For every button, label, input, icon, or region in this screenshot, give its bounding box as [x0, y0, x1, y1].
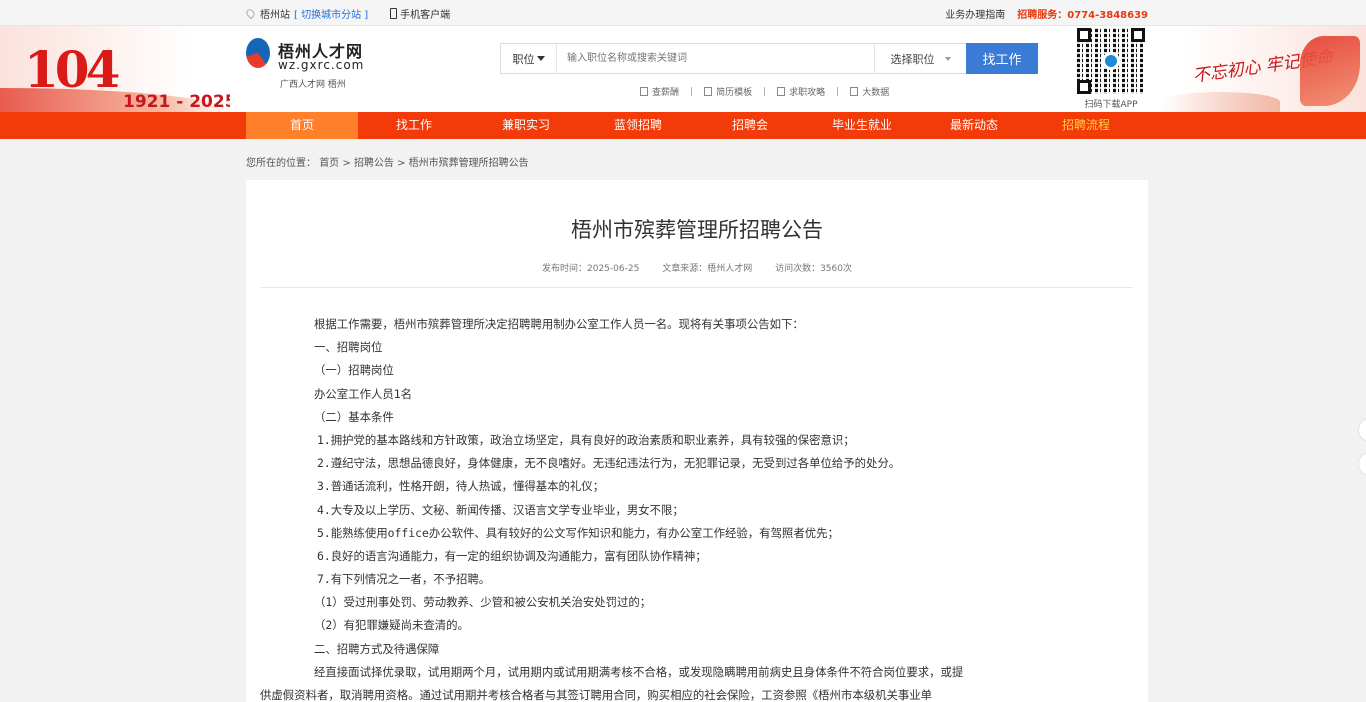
- article-title: 梧州市殡葬管理所招聘公告: [571, 218, 823, 242]
- service-guide-link[interactable]: 业务办理指南: [945, 6, 1005, 21]
- logo-subtitle: 广西人才网 梧州: [280, 80, 346, 90]
- breadcrumb-current: 梧州市殡葬管理所招聘公告: [408, 158, 529, 169]
- chart-icon: [850, 87, 859, 96]
- app-qr-code: [1077, 28, 1145, 94]
- search-type-dropdown[interactable]: 职位: [501, 44, 557, 73]
- nav-item-part-time[interactable]: 兼职实习: [470, 112, 582, 139]
- paragraph: 供虚假资料者，取消聘用资格。通过试用期并考核合格者与其签订聘用合同，购买相应的社…: [260, 688, 933, 702]
- paragraph: 6.良好的语言沟通能力，有一定的组织协调及沟通能力，富有团队协作精神；: [317, 548, 707, 563]
- resume-template-link[interactable]: 简历模板: [704, 85, 752, 98]
- paragraph: 一、招聘岗位: [314, 340, 383, 355]
- salary-icon: [640, 87, 648, 96]
- article-meta: 发布时间：2025-06-25 文章来源：梧州人才网 访问次数：3560次: [246, 261, 1148, 274]
- search-quick-links: 查薪酬 | 简历模板 | 求职攻略 | 大数据: [640, 85, 889, 98]
- switch-city-link[interactable]: [ 切换城市分站 ]: [294, 6, 368, 21]
- search-input[interactable]: [557, 44, 874, 73]
- app-logo-icon: [1102, 52, 1120, 70]
- title-divider: [260, 287, 1133, 288]
- main-navigation: 首页 找工作 兼职实习 蓝领招聘 招聘会 毕业生就业 最新动态 招聘流程: [0, 112, 1366, 139]
- location-pin-icon: [244, 7, 257, 19]
- chevron-down-icon: [944, 56, 951, 61]
- nav-item-find-job[interactable]: 找工作: [358, 112, 470, 139]
- paragraph: 根据工作需要，梧州市殡葬管理所决定招聘聘用制办公室工作人员一名。现将有关事项公告…: [314, 317, 804, 331]
- paragraph: （二）基本条件: [314, 409, 394, 424]
- top-utility-bar: 梧州站 [ 切换城市分站 ] 手机客户端 业务办理指南 招聘服务：0774-38…: [0, 0, 1366, 26]
- chevron-down-icon: [536, 56, 545, 61]
- current-station: 梧州站: [260, 9, 290, 21]
- link-separator: |: [690, 86, 694, 97]
- nav-item-process[interactable]: 招聘流程: [1030, 112, 1142, 139]
- mobile-phone-icon: [390, 7, 398, 19]
- link-separator: |: [763, 86, 767, 97]
- job-tips-label: 求职攻略: [789, 88, 826, 98]
- nav-item-news[interactable]: 最新动态: [918, 112, 1030, 139]
- paragraph: （1）受过刑事处罚、劳动教养、少管和被公安机关治安处罚过的；: [314, 595, 652, 610]
- hill-decoration: [1160, 92, 1280, 112]
- article-body: 根据工作需要，梧州市殡葬管理所决定招聘聘用制办公室工作人员一名。现将有关事项公告…: [260, 313, 1114, 702]
- logo-mark-icon: [246, 38, 270, 68]
- tips-icon: [777, 87, 786, 96]
- paragraph: 3.普通话流利，性格开朗，待人热诚，懂得基本的礼仪；: [317, 479, 605, 494]
- paragraph: 1.拥护党的基本路线和方针政策，政治立场坚定，具有良好的政治素质和职业素养，具有…: [317, 432, 855, 447]
- mobile-client-link[interactable]: 手机客户端: [400, 6, 450, 21]
- position-select[interactable]: 选择职位: [874, 44, 966, 73]
- anniversary-banner-right: 不忘初心 牢记使命: [1160, 26, 1366, 112]
- breadcrumb-home[interactable]: 首页: [319, 158, 339, 169]
- paragraph: 办公室工作人员1名: [314, 386, 412, 401]
- paragraph: 7.有下列情况之一者，不予招聘。: [317, 572, 491, 587]
- nav-item-job-fair[interactable]: 招聘会: [694, 112, 806, 139]
- paragraph: 二、招聘方式及待遇保障: [314, 641, 440, 656]
- position-select-label: 选择职位: [890, 52, 935, 66]
- job-tips-link[interactable]: 求职攻略: [777, 85, 825, 98]
- paragraph: （一）招聘岗位: [314, 363, 394, 378]
- link-separator: |: [836, 86, 840, 97]
- job-search-bar: 职位 选择职位 找工作: [500, 43, 1038, 74]
- paragraph: 4.大专及以上学历、文秘、新闻传播、汉语言文学专业毕业，男女不限；: [317, 502, 684, 517]
- view-count: 访问次数：3560次: [775, 264, 852, 274]
- side-float-button[interactable]: [1358, 418, 1366, 442]
- breadcrumb: 您所在的位置： 首页 > 招聘公告 > 梧州市殡葬管理所招聘公告: [246, 154, 529, 169]
- red-flag-decoration: [1300, 36, 1360, 106]
- nav-item-blue-collar[interactable]: 蓝领招聘: [582, 112, 694, 139]
- logo-domain: wz.gxrc.com: [278, 58, 365, 72]
- site-header: 104 1921 - 2025 梧州人才网 wz.gxrc.com 广西人才网 …: [0, 26, 1366, 112]
- anniversary-years: 1921 - 2025: [123, 92, 230, 112]
- paragraph: 2.遵纪守法，思想品德良好，身体健康，无不良嗜好。无违纪违法行为，无犯罪记录，无…: [317, 456, 901, 471]
- find-job-button[interactable]: 找工作: [966, 43, 1038, 74]
- search-type-label: 职位: [512, 52, 535, 66]
- salary-query-label: 查薪酬: [652, 88, 680, 98]
- recruitment-hotline: 招聘服务：0774-3848639: [1017, 9, 1148, 21]
- resume-template-label: 简历模板: [716, 88, 753, 98]
- article-source: 文章来源：梧州人才网: [662, 264, 753, 274]
- breadcrumb-prefix: 您所在的位置：: [246, 158, 316, 169]
- qr-code-label: 扫码下载APP: [1084, 100, 1138, 110]
- breadcrumb-separator: >: [342, 158, 354, 169]
- anniversary-banner-left: 104 1921 - 2025: [0, 26, 230, 112]
- big-data-label: 大数据: [862, 88, 890, 98]
- paragraph: 经直接面试择优录取，试用期两个月，试用期内或试用期满考核不合格，或发现隐瞒聘用前…: [314, 664, 964, 679]
- paragraph: （2）有犯罪嫌疑尚未查清的。: [314, 618, 469, 633]
- side-float-button[interactable]: [1358, 452, 1366, 476]
- paragraph: 5.能熟练使用office办公软件、具有较好的公文写作知识和能力，有办公室工作经…: [317, 525, 839, 540]
- site-logo[interactable]: 梧州人才网 wz.gxrc.com 广西人才网 梧州: [246, 38, 376, 98]
- nav-item-home[interactable]: 首页: [246, 112, 358, 139]
- breadcrumb-separator: >: [397, 158, 409, 169]
- big-data-link[interactable]: 大数据: [850, 85, 889, 98]
- publish-time: 发布时间：2025-06-25: [542, 264, 640, 274]
- article-card: 梧州市殡葬管理所招聘公告 发布时间：2025-06-25 文章来源：梧州人才网 …: [246, 180, 1148, 702]
- breadcrumb-category[interactable]: 招聘公告: [354, 158, 394, 169]
- nav-item-graduates[interactable]: 毕业生就业: [806, 112, 918, 139]
- salary-query-link[interactable]: 查薪酬: [640, 85, 679, 98]
- document-icon: [704, 87, 713, 96]
